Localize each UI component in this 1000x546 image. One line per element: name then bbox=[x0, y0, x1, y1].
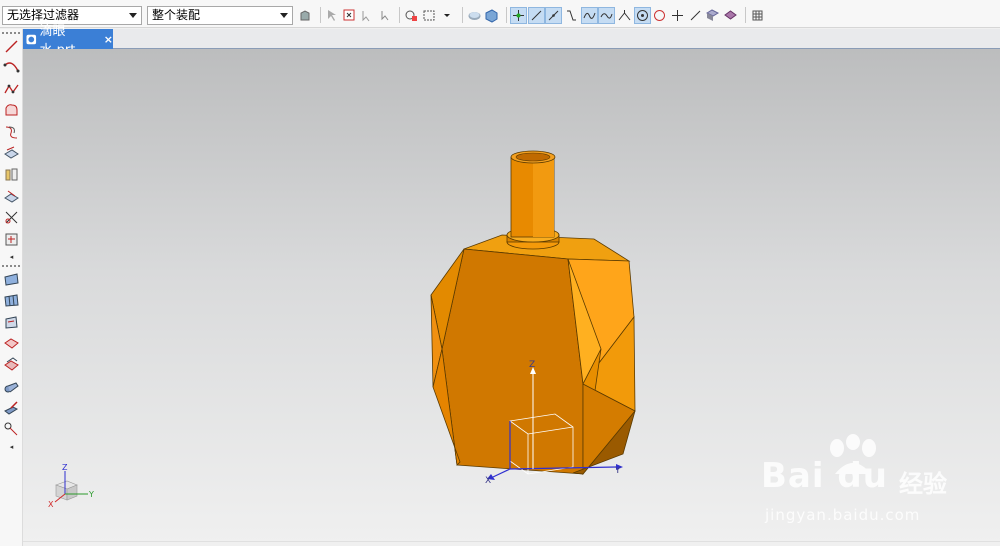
more-tools-icon[interactable]: ◂ bbox=[0, 442, 23, 452]
blend-icon[interactable] bbox=[3, 356, 20, 373]
point-icon[interactable] bbox=[3, 421, 20, 438]
extrude-icon[interactable] bbox=[3, 145, 20, 162]
baidu-jingyan-watermark: Bai du 经验 jingyan.baidu.com bbox=[761, 434, 991, 529]
watermark-logo-text: Bai du bbox=[761, 456, 888, 496]
move-icon[interactable] bbox=[378, 8, 393, 23]
triad-z-label: Z bbox=[62, 463, 68, 472]
face-icon[interactable] bbox=[705, 8, 720, 23]
more-tools-icon[interactable]: ◂ bbox=[0, 252, 23, 262]
toolbar-divider bbox=[505, 7, 507, 23]
toolbar-icon-row bbox=[298, 5, 768, 25]
select-icon[interactable] bbox=[325, 8, 340, 23]
part-file-icon bbox=[26, 34, 37, 44]
triad-x-label: X bbox=[48, 500, 54, 509]
triad-y-label: Y bbox=[88, 490, 94, 499]
line-mid-icon[interactable] bbox=[545, 6, 563, 24]
rect-select-icon[interactable] bbox=[422, 8, 437, 23]
document-tab-strip: 滴眼水.prt × bbox=[23, 24, 1000, 58]
chevron-down-icon bbox=[280, 13, 288, 18]
rect-dropdown-icon[interactable] bbox=[440, 8, 455, 23]
wireframe-icon[interactable] bbox=[484, 8, 499, 23]
tube-icon[interactable] bbox=[3, 378, 20, 395]
studio-surface-icon[interactable] bbox=[3, 314, 20, 331]
offset-face-icon[interactable] bbox=[3, 335, 20, 352]
select-dropdown-icon[interactable] bbox=[342, 8, 357, 23]
tab-part-file[interactable]: 滴眼水.prt × bbox=[23, 24, 113, 58]
curve-icon[interactable] bbox=[564, 8, 579, 23]
curve-offset-icon[interactable] bbox=[3, 124, 20, 141]
grid-icon[interactable] bbox=[750, 8, 765, 23]
view-icon[interactable] bbox=[404, 8, 419, 23]
spline-icon[interactable] bbox=[3, 81, 20, 98]
trim-icon[interactable] bbox=[3, 209, 20, 226]
project-icon[interactable] bbox=[3, 231, 20, 248]
selection-scope-value: 整个装配 bbox=[152, 8, 201, 22]
plus-icon[interactable] bbox=[670, 8, 685, 23]
selection-scope-dropdown[interactable]: 整个装配 bbox=[147, 6, 293, 25]
surface-icon[interactable] bbox=[3, 271, 20, 288]
nx-cad-window: 无选择过滤器 整个装配 ◂ ◂ 滴眼 × Z Y X Z Y X Bai du … bbox=[0, 0, 1000, 546]
toolbar-divider bbox=[399, 7, 401, 23]
solid-icon[interactable] bbox=[723, 8, 738, 23]
arc-icon[interactable] bbox=[3, 59, 20, 76]
shaded-icon[interactable] bbox=[467, 8, 482, 23]
graphics-viewport[interactable]: Z Y X Z Y X Bai du 经验 jingyan.baidu.com bbox=[23, 49, 1000, 546]
through-curves-icon[interactable] bbox=[3, 292, 20, 309]
sweep-icon[interactable] bbox=[3, 188, 20, 205]
toolbar-grip[interactable] bbox=[2, 264, 20, 267]
model-axis-x-label: X bbox=[485, 476, 491, 486]
snap-icon[interactable] bbox=[298, 8, 313, 23]
line-end-icon[interactable] bbox=[527, 6, 545, 24]
revolve-icon[interactable] bbox=[3, 166, 20, 183]
watermark-url: jingyan.baidu.com bbox=[765, 506, 921, 524]
toolbar-grip[interactable] bbox=[2, 32, 20, 34]
center-icon[interactable] bbox=[633, 6, 651, 24]
model-axis-y-label: Y bbox=[614, 466, 621, 476]
left-toolbar: ◂ ◂ bbox=[0, 29, 23, 546]
status-bar bbox=[23, 541, 1000, 546]
wave-icon[interactable] bbox=[598, 6, 616, 24]
line-icon[interactable] bbox=[3, 38, 20, 55]
toolbar-divider bbox=[319, 7, 321, 23]
toolbar-divider bbox=[744, 7, 746, 23]
pipe-icon[interactable] bbox=[3, 399, 20, 416]
chevron-down-icon bbox=[129, 13, 137, 18]
view-triad[interactable]: Z Y X bbox=[41, 459, 101, 519]
close-icon[interactable]: × bbox=[104, 33, 113, 46]
toolbar-divider bbox=[461, 7, 463, 23]
selection-toolbar: 无选择过滤器 整个装配 bbox=[0, 0, 1000, 28]
circle-icon[interactable] bbox=[652, 8, 667, 23]
snap-point-icon[interactable] bbox=[509, 6, 527, 24]
model-axis-z-label: Z bbox=[529, 360, 535, 370]
sketch-icon[interactable] bbox=[3, 102, 20, 119]
watermark-cn-text: 经验 bbox=[899, 470, 947, 498]
spline-icon[interactable] bbox=[580, 6, 598, 24]
deselect-icon[interactable] bbox=[360, 8, 375, 23]
arc-icon[interactable] bbox=[617, 8, 632, 23]
tangent-icon[interactable] bbox=[688, 8, 703, 23]
